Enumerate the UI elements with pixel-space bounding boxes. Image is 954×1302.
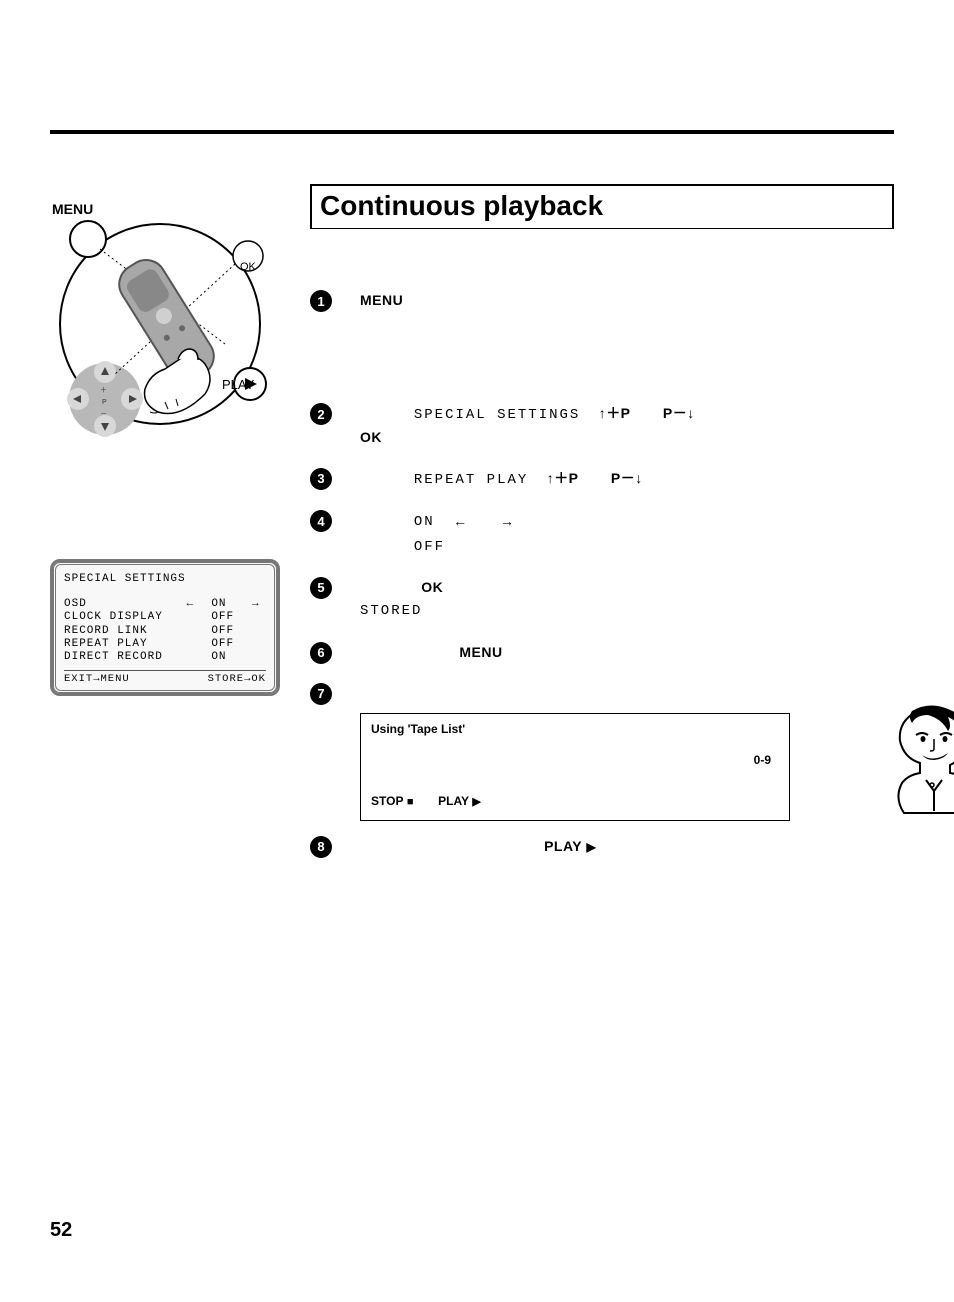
person-illustration [884,703,954,823]
play-button-label: PLAY [544,838,582,854]
step-number-icon: 1 [310,290,332,312]
step-number-icon: 3 [310,468,332,490]
step-4: 4 Select ' ON ← → Select ' OFF [310,509,894,558]
section-title-box: Continuous playback [310,184,894,229]
section-title: Continuous playback [320,190,884,222]
step-1: 1 MENU [310,289,894,312]
tip-title: Using 'Tape List' [371,722,779,736]
step-6: 6 To end, press MENU [310,641,894,664]
step-number-icon: 5 [310,577,332,599]
step-3: 3 Select ' REPEAT PLAY ↑＋P P－↓ [310,467,894,491]
stop-icon: ■ [407,796,414,808]
tv-row: OSD ← ON → [64,598,266,611]
osd-special-settings: SPECIAL SETTINGS [414,407,580,423]
osd-on: ON [414,514,435,530]
p-minus-down-icon: P－↓ [611,470,643,486]
play-icon: ▶ [587,840,597,854]
right-arrow-icon: → [500,513,515,529]
tv-row: CLOCK DISPLAY OFF [64,611,266,624]
svg-text:P: P [102,399,107,406]
step-number-icon: 4 [310,510,332,532]
remote-label-play: PLAY [222,377,254,392]
ok-button-label: OK [421,579,443,595]
tv-heading: SPECIAL SETTINGS [64,573,266,586]
osd-off: OFF [414,539,445,555]
up-plus-p-icon: ↑＋P [547,470,579,486]
p-minus-down-icon: P－↓ [663,405,695,421]
page-number: 52 [50,1219,72,1242]
remote-label-ok: OK [240,261,256,273]
osd-stored: STORED [360,603,422,619]
menu-button-label: MENU [459,644,502,660]
svg-text:＋: ＋ [100,386,107,394]
left-arrow-icon: ← [453,513,468,529]
up-plus-p-icon: ↑＋P [599,405,631,421]
number-buttons-label: 0-9 [754,753,771,767]
osd-repeat-play: REPEAT PLAY [414,472,528,488]
step-7: 7 [310,682,894,705]
stop-button-label: STOP [371,794,403,808]
tv-foot-right: STORE→OK [208,673,266,686]
top-divider [50,130,894,134]
tv-foot-left: EXIT→MENU [64,673,130,686]
play-icon: ▶ [472,796,480,808]
tv-osd-screen: SPECIAL SETTINGS OSD ← ON → CLOCK DISPLA… [50,559,280,696]
tv-row: RECORD LINK OFF [64,625,266,638]
ok-button-label: OK [360,429,382,445]
step-number-icon: 7 [310,683,332,705]
step-number-icon: 6 [310,642,332,664]
step-5: 5 Confirm OK STORED [310,576,894,623]
tv-row: REPEAT PLAY OFF [64,638,266,651]
remote-label-menu: MENU [52,201,93,217]
remote-illustration: ＋ P － [50,194,290,449]
step-2: 2 Select ' SPECIAL SETTINGS ↑＋P P－↓ OK [310,402,894,449]
tip-box: Using 'Tape List' 0-9 STOP ■ PLAY ▶ [360,713,790,821]
tv-row: DIRECT RECORD ON [64,651,266,664]
play-button-label: PLAY [438,794,469,808]
step-number-icon: 2 [310,403,332,425]
svg-text:－: － [100,411,107,418]
step-number-icon: 8 [310,836,332,858]
menu-button-label: MENU [360,292,403,308]
step-8: 8 Start playback with PLAY ▶ [310,835,894,858]
